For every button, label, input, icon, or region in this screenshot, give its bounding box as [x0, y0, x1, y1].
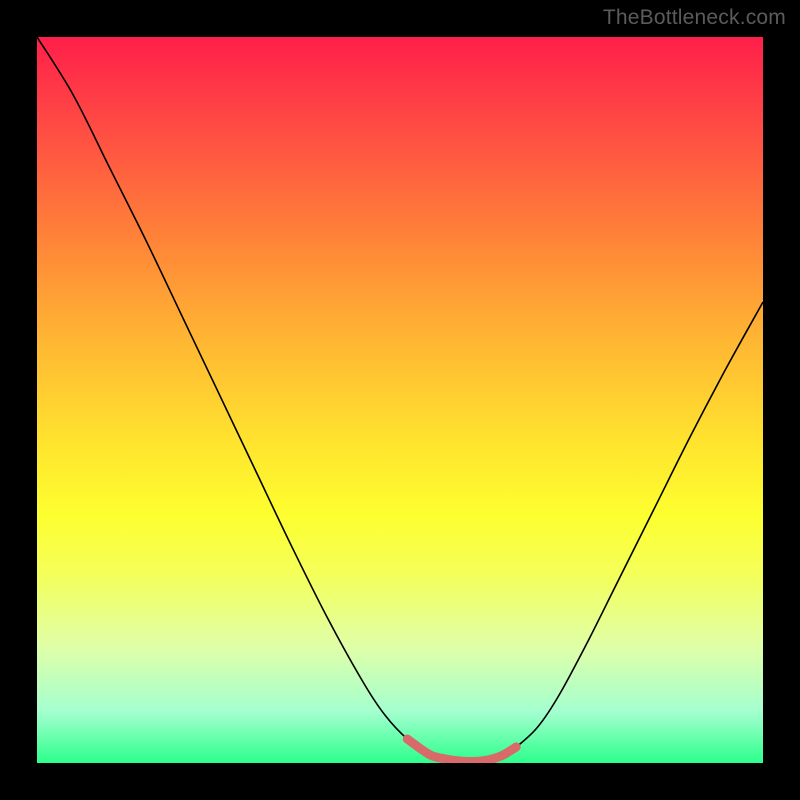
bottleneck-curve — [37, 37, 763, 762]
watermark-text: TheBottleneck.com — [603, 6, 786, 30]
valley-highlight — [407, 739, 516, 762]
chart-container: TheBottleneck.com — [0, 0, 800, 800]
curve-svg — [37, 37, 763, 763]
plot-area — [37, 37, 763, 763]
